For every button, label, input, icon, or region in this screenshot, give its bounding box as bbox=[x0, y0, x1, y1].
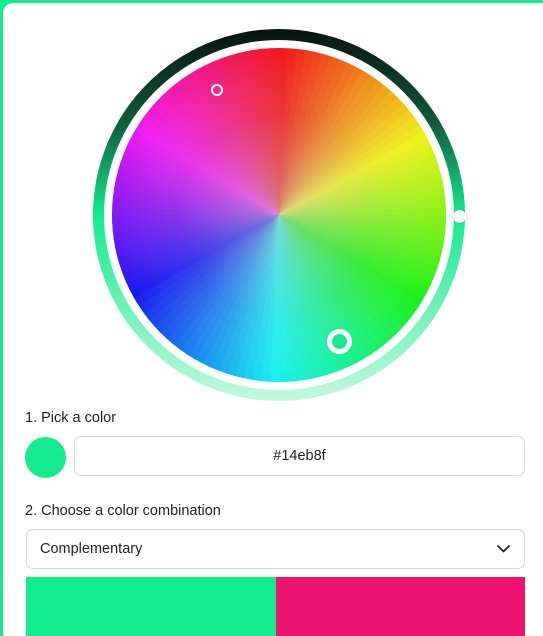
saturation-overlay bbox=[112, 48, 446, 382]
color-wheel[interactable] bbox=[91, 27, 467, 403]
chevron-down-icon bbox=[496, 542, 510, 556]
secondary-color-handle[interactable] bbox=[211, 84, 223, 96]
hex-input[interactable] bbox=[74, 436, 525, 476]
color-palette bbox=[26, 577, 525, 636]
combination-select[interactable]: Complementary bbox=[26, 529, 525, 569]
color-wheel-graphic[interactable] bbox=[91, 27, 467, 403]
color-combination-label: 2. Choose a color combination bbox=[25, 503, 221, 519]
combination-select-value: Complementary bbox=[40, 541, 143, 557]
color-wheel-panel: 1. Pick a color 2. Choose a color combin… bbox=[3, 3, 543, 636]
selected-color-swatch[interactable] bbox=[25, 437, 66, 478]
palette-swatch-1[interactable] bbox=[26, 577, 276, 636]
selected-color-handle[interactable] bbox=[327, 329, 352, 354]
pick-color-label: 1. Pick a color bbox=[25, 410, 117, 426]
brightness-handle[interactable] bbox=[453, 210, 466, 223]
palette-swatch-2[interactable] bbox=[275, 577, 525, 636]
